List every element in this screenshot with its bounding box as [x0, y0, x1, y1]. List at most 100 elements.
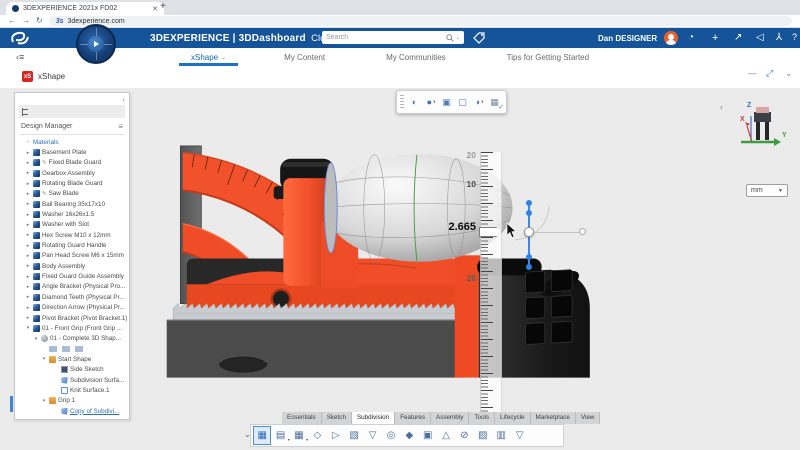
back-icon[interactable]: ← — [8, 17, 16, 25]
drag-handle[interactable] — [523, 227, 534, 237]
community-icon[interactable]: ◁ — [756, 32, 764, 43]
tree-item[interactable]: ▸ Gearbox Assembly — [17, 168, 127, 178]
tree-item[interactable]: ▸ Direction Arrow (Physical Pr... — [17, 303, 127, 313]
forward-icon[interactable]: → — [22, 17, 30, 25]
tree-view-icon[interactable] — [22, 107, 31, 116]
tree-item[interactable]: Copy of Subdivi... — [17, 406, 127, 416]
expander-icon[interactable]: ▸ — [25, 305, 31, 311]
reload-icon[interactable]: ↻ — [36, 17, 43, 25]
measure-ruler[interactable] — [480, 152, 502, 444]
expander-icon[interactable]: ▸ — [25, 181, 31, 187]
tree-item[interactable]: ▸ Washer 16x26x1.5 — [17, 209, 127, 219]
tree-item[interactable]: ▸ Angle Bracket (Physical Pro... — [17, 282, 127, 292]
toolbar-grip[interactable] — [400, 95, 404, 109]
control-point[interactable] — [525, 254, 532, 260]
control-point[interactable] — [525, 200, 532, 206]
expander-icon[interactable]: ▸ — [25, 284, 31, 290]
user-name[interactable]: Dan DESIGNER — [598, 34, 657, 43]
tree-item[interactable]: ▸ Fixed Guard Guide Assembly — [17, 271, 127, 281]
erase-icon[interactable]: ⊘ — [455, 426, 473, 445]
expander-icon[interactable]: ▸ — [25, 232, 31, 238]
apps-icon[interactable]: ⅄ — [776, 32, 782, 43]
chevron-down-icon[interactable]: ⌄ — [221, 54, 226, 61]
search-input[interactable]: Search ⌄ — [322, 31, 464, 44]
expander-icon[interactable]: ▾ — [41, 398, 47, 404]
tree-item[interactable]: ▸ Pivot Bracket (Pivot Bracket.1) — [17, 313, 127, 323]
thicken-icon[interactable]: ▨ — [474, 426, 492, 445]
collapse-panel-icon[interactable]: ‹≡ — [16, 52, 24, 62]
action-bar-tab[interactable]: Tools — [469, 412, 496, 424]
cage-display-icon[interactable]: ▽ — [510, 426, 528, 445]
subdivide-icon[interactable]: ▥ — [492, 426, 510, 445]
units-dropdown[interactable]: mm ▼ — [746, 184, 788, 197]
control-point[interactable] — [525, 210, 532, 216]
tree-item[interactable]: ▾ Grip 1 — [17, 396, 127, 406]
expander-icon[interactable]: ▸ — [25, 263, 31, 269]
sphere-primitive-icon[interactable]: ◎ — [382, 426, 400, 445]
close-tab-icon[interactable]: ✕ — [152, 5, 158, 13]
expander-icon[interactable]: ▾ — [25, 325, 31, 331]
expander-icon[interactable]: ▾ — [33, 336, 39, 342]
url-field[interactable]: 3s 3dexperience.com — [48, 16, 792, 26]
expander-icon[interactable]: ▸ — [25, 294, 31, 300]
bend-icon[interactable]: ▷ — [327, 426, 345, 445]
action-bar-tab[interactable]: Essentials — [282, 412, 322, 424]
action-bar-tab[interactable]: Marketplace — [530, 412, 576, 424]
tree-item[interactable]: ▸ Washer with Slot — [17, 220, 127, 230]
tree-item[interactable]: ▸ Ball Bearing 35x17x10 — [17, 199, 127, 209]
expand-icon[interactable]: ⤢ — [766, 68, 773, 79]
expander-icon[interactable]: ▸ — [25, 253, 31, 259]
rotate-handle[interactable] — [579, 228, 586, 235]
expander-icon[interactable]: ▸ — [25, 150, 31, 156]
extrude-face-icon[interactable]: ▽ — [363, 426, 381, 445]
tree-item[interactable]: Knit Surface.1 — [17, 385, 127, 395]
delete-face-icon[interactable]: ▣ — [419, 426, 437, 445]
expander-icon[interactable]: ▸ — [25, 222, 31, 228]
tree-item[interactable]: ▸ ✎ Saw Blade — [17, 189, 127, 199]
new-tab-icon[interactable]: + — [160, 1, 166, 12]
3d-viewport[interactable]: ◐ ● ▾ ▣ ▢ ◑ ▾ ▦ ✓ ‹ Z X Y mm ▼ 20 10 2.6… — [0, 88, 800, 450]
tree-item[interactable]: Side Sketch — [17, 365, 127, 375]
action-bar-tab[interactable]: View — [575, 412, 601, 424]
robot-view-widget[interactable]: Z X Y — [734, 96, 790, 146]
action-bar-tab[interactable]: Assembly — [431, 412, 470, 424]
chevron-down-icon[interactable]: ▾ — [433, 99, 435, 105]
compass-icon[interactable]: ◔ — [688, 32, 694, 43]
platform-tab[interactable]: My Content — [278, 48, 334, 66]
tree-item[interactable] — [17, 344, 127, 354]
expander-icon[interactable]: ▸ — [25, 315, 31, 321]
expander-icon[interactable]: ▸ — [25, 191, 31, 197]
scrollbar-thumb[interactable] — [10, 396, 13, 412]
control-point[interactable] — [525, 264, 532, 270]
expander-icon[interactable]: ▾ — [41, 356, 47, 362]
update-icon[interactable]: ▦ ✓ — [487, 94, 504, 112]
tree-item[interactable]: ▸ Hex Screw M10 x 12mm — [17, 230, 127, 240]
bridge-icon[interactable]: ◆ — [400, 426, 418, 445]
cylinder-primitive-icon[interactable]: ▤ ▾ — [271, 426, 290, 445]
tree-item[interactable]: ▸ Diamond Teeth (Physical Pr... — [17, 292, 127, 302]
tree-item[interactable]: Subdivision Surfa... — [17, 375, 127, 385]
tree-item[interactable]: › Materials — [17, 137, 127, 147]
split-face-icon[interactable]: △ — [437, 426, 455, 445]
section-view-icon[interactable]: ▣ — [439, 94, 455, 110]
tree-item[interactable]: ▾ 01 - Complete 3D Shap... — [17, 334, 127, 344]
tree-item[interactable]: ▾ Start Shape — [17, 354, 127, 364]
render-style-icon[interactable]: ● ▾ — [423, 94, 439, 110]
action-bar-tab[interactable]: Lifecycle — [495, 412, 531, 424]
3dexperience-compass[interactable] — [76, 24, 116, 64]
platform-tab[interactable]: Tips for Getting Started — [501, 48, 598, 66]
compass-play-button[interactable] — [88, 36, 104, 52]
avatar[interactable] — [664, 31, 678, 45]
expander-icon[interactable]: ▸ — [25, 274, 31, 280]
box-mode-icon[interactable]: ▦ — [253, 426, 272, 445]
press-icon[interactable]: ◇ — [308, 426, 326, 445]
tag-icon[interactable] — [472, 31, 486, 45]
tree-item[interactable]: ▸ Pan Head Screw M6 x 15mm — [17, 251, 127, 261]
tree-item[interactable]: ▸ Body Assembly — [17, 261, 127, 271]
expander-icon[interactable]: ▸ — [25, 212, 31, 218]
browser-tab[interactable]: 3DEXPERIENCE 2021x FD02 ✕ — [6, 2, 164, 15]
snap-options-icon[interactable]: ▢ — [455, 94, 471, 110]
expander-icon[interactable]: ▸ — [25, 160, 31, 166]
search-icon[interactable] — [446, 33, 454, 42]
collapse-panel-icon[interactable]: ‹ — [122, 95, 125, 104]
